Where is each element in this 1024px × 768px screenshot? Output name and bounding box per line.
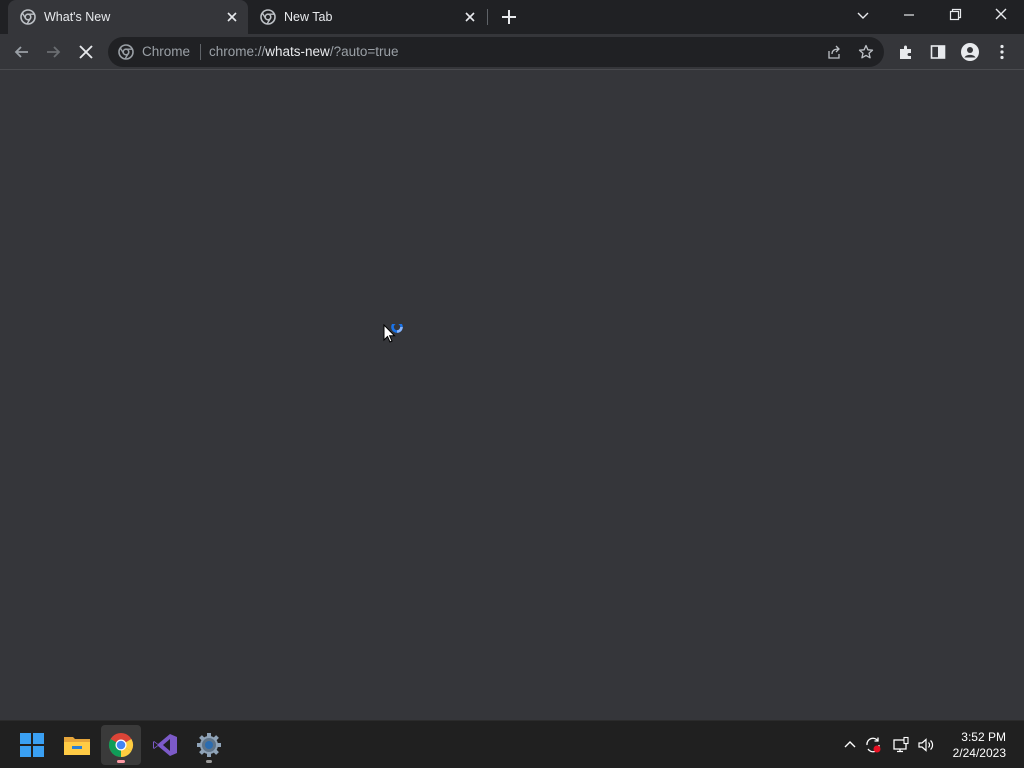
settings-button[interactable]	[189, 725, 229, 765]
file-explorer-button[interactable]	[57, 725, 97, 765]
tab-new-tab[interactable]: New Tab	[248, 0, 486, 34]
network-icon[interactable]	[892, 736, 910, 754]
side-panel-icon[interactable]	[928, 42, 948, 62]
restore-icon[interactable]	[943, 5, 967, 25]
omnibox-divider	[200, 44, 201, 60]
sync-alert-icon[interactable]	[864, 736, 882, 754]
url-host: whats-new	[265, 44, 330, 59]
system-clock[interactable]: 3:52 PM 2/24/2023	[953, 729, 1006, 761]
bookmark-star-icon[interactable]	[858, 44, 874, 60]
tab-whats-new[interactable]: What's New	[8, 0, 248, 34]
chrome-logo-icon	[118, 44, 134, 60]
visual-studio-button[interactable]	[145, 725, 185, 765]
forward-arrow-icon[interactable]	[43, 42, 63, 62]
tab-search-chevron-icon[interactable]	[851, 5, 875, 25]
volume-icon[interactable]	[917, 736, 935, 754]
new-tab-plus-icon[interactable]	[499, 7, 519, 27]
back-arrow-icon[interactable]	[12, 42, 32, 62]
stop-loading-icon[interactable]	[76, 42, 96, 62]
pinned-indicator	[206, 760, 212, 763]
close-window-icon[interactable]	[989, 5, 1013, 25]
tab-strip: What's New New Tab	[0, 0, 1024, 34]
show-hidden-icons-chevron-icon[interactable]	[841, 736, 859, 754]
clock-date: 2/24/2023	[952, 746, 1006, 760]
clock-time: 3:52 PM	[961, 730, 1006, 744]
close-tab-icon[interactable]	[224, 9, 240, 25]
windows-taskbar: 3:52 PM 2/24/2023	[0, 720, 1024, 768]
profile-avatar-icon[interactable]	[960, 42, 980, 62]
settings-icon	[197, 733, 221, 757]
start-button[interactable]	[12, 725, 52, 765]
running-indicator	[117, 760, 125, 763]
chrome-taskbar-button[interactable]	[101, 725, 141, 765]
url-scheme: chrome://	[209, 44, 266, 59]
more-menu-icon[interactable]	[992, 42, 1012, 62]
minimize-icon[interactable]	[897, 5, 921, 25]
share-icon[interactable]	[826, 44, 842, 60]
tab-separator	[487, 9, 488, 25]
close-tab-icon[interactable]	[462, 9, 478, 25]
file-explorer-icon	[64, 737, 90, 755]
browser-toolbar: Chrome chrome://whats-new/?auto=true	[0, 34, 1024, 70]
chrome-favicon-icon	[260, 9, 276, 25]
busy-cursor-icon	[383, 324, 403, 343]
tab-title: What's New	[44, 10, 111, 24]
extensions-puzzle-icon[interactable]	[896, 42, 916, 62]
address-bar[interactable]: Chrome chrome://whats-new/?auto=true	[108, 37, 884, 67]
url-text[interactable]: chrome://whats-new/?auto=true	[209, 44, 399, 59]
url-path: /?auto=true	[329, 44, 399, 59]
site-chip-label: Chrome	[142, 44, 191, 59]
chrome-icon	[108, 733, 134, 757]
visual-studio-icon	[153, 734, 177, 756]
tab-title: New Tab	[284, 10, 333, 24]
chrome-favicon-icon	[20, 9, 36, 25]
page-content	[0, 71, 1024, 720]
start-button-icon	[20, 733, 44, 757]
